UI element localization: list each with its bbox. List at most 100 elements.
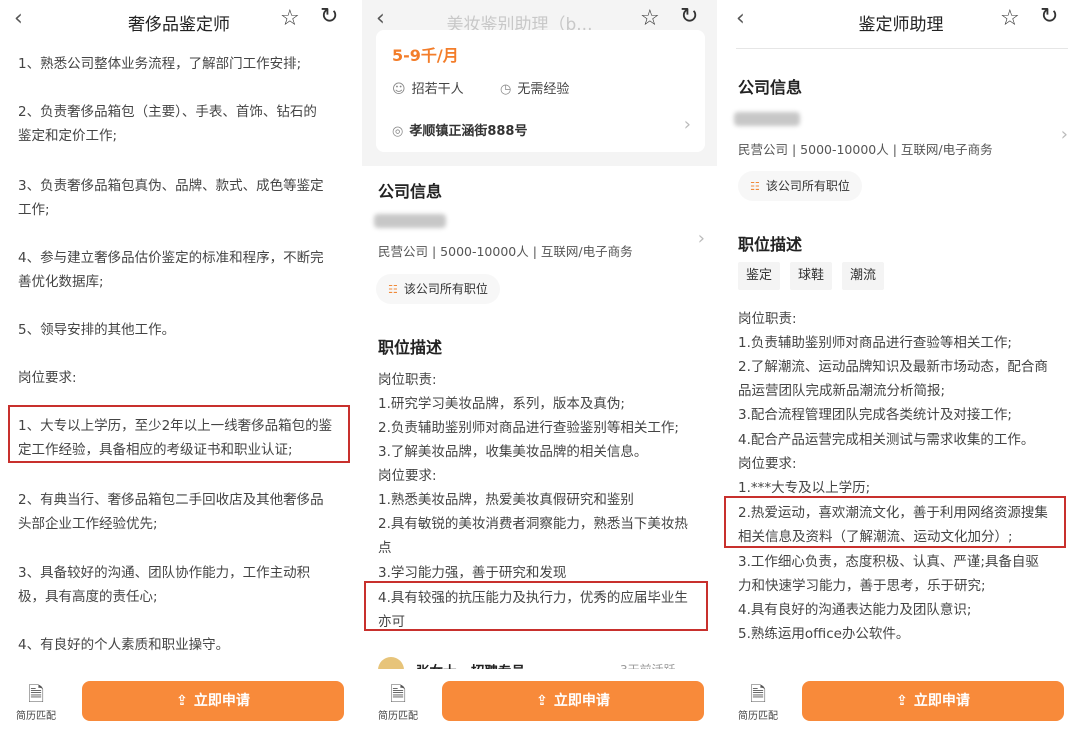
desc-line: 2、负责奢侈品箱包（主要）、手表、首饰、钻石的 [18, 104, 317, 120]
page-title: 鉴定师助理 [858, 15, 944, 35]
highlight-box [724, 496, 1066, 548]
desc-line: 鉴定和定价工作; [18, 128, 118, 144]
resume-match-label: 简历匹配 [378, 711, 418, 722]
job-tag: 球鞋 [790, 262, 833, 290]
desc-line: 岗位职责: [378, 372, 437, 388]
back-chevron-icon[interactable]: ‹ [376, 6, 385, 31]
highlight-box [8, 405, 350, 463]
upload-icon: ⇪ [536, 693, 548, 709]
desc-line: 5.熟练运用office办公软件。 [738, 626, 910, 642]
desc-line: 3.配合流程管理团队完成各类统计及对接工作; [738, 407, 1012, 423]
resume-icon: 🗎 [389, 682, 407, 706]
desc-line: 善优化数据库; [18, 274, 104, 290]
share-icon[interactable]: ↻ [320, 4, 338, 29]
job-tag: 潮流 [842, 262, 885, 290]
header-bar: ‹ 奢侈品鉴定师 ☆ ↻ [0, 0, 358, 40]
requirements-heading: 岗位要求: [738, 456, 797, 472]
resume-match-button[interactable]: 🗎 简历匹配 [736, 683, 780, 722]
company-logo-blurred [374, 214, 446, 228]
desc-line: 2.了解潮流、运动品牌知识及最新市场动态，配合商 [738, 359, 1048, 375]
job-description-title: 职位描述 [378, 338, 443, 357]
desc-line: 4、有良好的个人素质和职业操守。 [18, 637, 230, 653]
chevron-right-icon: › [683, 114, 691, 135]
person-icon: ☺ [392, 82, 406, 97]
desc-line: 4、参与建立奢侈品估价鉴定的标准和程序，不断完 [18, 250, 324, 266]
desc-line: 3.学习能力强，善于研究和发现 [378, 565, 567, 581]
chevron-right-icon: › [1060, 124, 1068, 145]
desc-line: 3.工作细心负责，态度积极、认真、严谨;具备自驱 [738, 554, 1039, 570]
card-edge [736, 44, 1068, 49]
chevron-right-icon: › [697, 228, 705, 249]
desc-line: 2.具有敏锐的美妆消费者洞察能力，熟悉当下美妆热 [378, 516, 688, 532]
desc-line: 1.熟悉美妆品牌，热爱美妆真假研究和鉴别 [378, 492, 634, 508]
share-icon[interactable]: ↻ [1040, 4, 1058, 29]
apply-button[interactable]: ⇪ 立即申请 [82, 681, 344, 721]
desc-line: 头部企业工作经验优先; [18, 516, 158, 532]
requirements-heading: 岗位要求: [18, 370, 77, 386]
all-positions-button[interactable]: ☷ 该公司所有职位 [376, 274, 500, 304]
desc-line: 4.配合产品运营完成相关测试与需求收集的工作。 [738, 432, 1035, 448]
bottom-action-bar: 🗎 简历匹配 ⇪ 立即申请 [0, 669, 358, 731]
desc-line: 3、负责奢侈品箱包真伪、品牌、款式、成色等鉴定 [18, 178, 324, 194]
desc-line: 1.负责辅助鉴别师对商品进行查验等相关工作; [738, 335, 1012, 351]
panel-beauty-authentication-assistant: ‹ 美妆鉴别助理（b... ☆ ↻ 5-9千/月 ☺ 招若干人 ◷ 无需经验 ◎ 孝顺… [362, 0, 717, 731]
job-summary-card: 5-9千/月 ☺ 招若干人 ◷ 无需经验 ◎ 孝顺镇正涵街888号 › [376, 30, 705, 152]
upload-icon: ⇪ [176, 693, 188, 709]
resume-match-label: 简历匹配 [16, 711, 56, 722]
experience: ◷ 无需经验 [500, 82, 570, 97]
apply-button[interactable]: ⇪ 立即申请 [442, 681, 704, 721]
company-info-title: 公司信息 [738, 78, 803, 97]
highlight-box [364, 581, 708, 631]
apply-label: 立即申请 [913, 693, 970, 709]
company-meta: 民营公司 | 5000-10000人 | 互联网/电子商务 [378, 244, 633, 259]
company-logo-blurred [734, 112, 800, 126]
company-info-title: 公司信息 [378, 182, 443, 201]
clock-icon: ◷ [500, 82, 512, 97]
location-pin-icon: ◎ [392, 124, 404, 139]
job-tag: 鉴定 [738, 262, 781, 290]
desc-line: 岗位职责: [738, 311, 797, 327]
desc-line: 1、熟悉公司整体业务流程，了解部门工作安排; [18, 56, 302, 72]
job-description-title: 职位描述 [738, 235, 803, 254]
bottom-action-bar: 🗎 简历匹配 ⇪ 立即申请 [722, 669, 1080, 731]
all-positions-label: 该公司所有职位 [403, 282, 488, 296]
resume-icon: 🗎 [749, 682, 767, 706]
share-icon[interactable]: ↻ [680, 4, 698, 29]
resume-match-button[interactable]: 🗎 简历匹配 [376, 683, 420, 722]
desc-line: 3、具备较好的沟通、团队协作能力，工作主动积 [18, 565, 311, 581]
salary: 5-9千/月 [392, 46, 459, 65]
star-icon[interactable]: ☆ [640, 6, 660, 31]
panel-appraiser-assistant: ‹ 鉴定师助理 ☆ ↻ 公司信息 民营公司 | 5000-10000人 | 互联… [722, 0, 1080, 731]
desc-line: 2、有典当行、奢侈品箱包二手回收店及其他奢侈品 [18, 492, 324, 508]
desc-line: 力和快速学习能力，善于思考，乐于研究; [738, 578, 986, 594]
star-icon[interactable]: ☆ [280, 6, 300, 31]
desc-line: 极，具有高度的责任心; [18, 589, 158, 605]
all-positions-button[interactable]: ☷ 该公司所有职位 [738, 171, 862, 201]
bottom-action-bar: 🗎 简历匹配 ⇪ 立即申请 [362, 669, 717, 731]
resume-icon: 🗎 [27, 682, 45, 706]
requirements-heading: 岗位要求: [378, 468, 437, 484]
desc-line: 3.了解美妆品牌，收集美妆品牌的相关信息。 [378, 444, 648, 460]
desc-line: 4.具有良好的沟通表达能力及团队意识; [738, 602, 972, 618]
upload-icon: ⇪ [896, 693, 908, 709]
desc-line: 点 [378, 540, 392, 556]
header-bar: ‹ 鉴定师助理 ☆ ↻ [722, 0, 1080, 40]
page-title: 奢侈品鉴定师 [128, 15, 230, 35]
resume-match-label: 简历匹配 [738, 711, 778, 722]
grid-icon: ☷ [388, 283, 398, 296]
desc-line: 1.***大专及以上学历; [738, 480, 871, 496]
grid-icon: ☷ [750, 180, 760, 193]
headcount: ☺ 招若干人 [392, 82, 464, 97]
desc-line: 品运营团队完成新品潮流分析简报; [738, 383, 946, 399]
star-icon[interactable]: ☆ [1000, 6, 1020, 31]
desc-line: 工作; [18, 202, 50, 218]
resume-match-button[interactable]: 🗎 简历匹配 [14, 683, 58, 722]
company-meta: 民营公司 | 5000-10000人 | 互联网/电子商务 [738, 142, 993, 157]
apply-label: 立即申请 [193, 693, 250, 709]
all-positions-label: 该公司所有职位 [765, 179, 850, 193]
desc-line: 1.研究学习美妆品牌，系列，版本及真伪; [378, 396, 625, 412]
work-address[interactable]: ◎ 孝顺镇正涵街888号 [392, 120, 527, 139]
panel-luxury-appraiser: ‹ 奢侈品鉴定师 ☆ ↻ 1、熟悉公司整体业务流程，了解部门工作安排; 2、负责… [0, 0, 358, 731]
apply-button[interactable]: ⇪ 立即申请 [802, 681, 1064, 721]
apply-label: 立即申请 [553, 693, 610, 709]
